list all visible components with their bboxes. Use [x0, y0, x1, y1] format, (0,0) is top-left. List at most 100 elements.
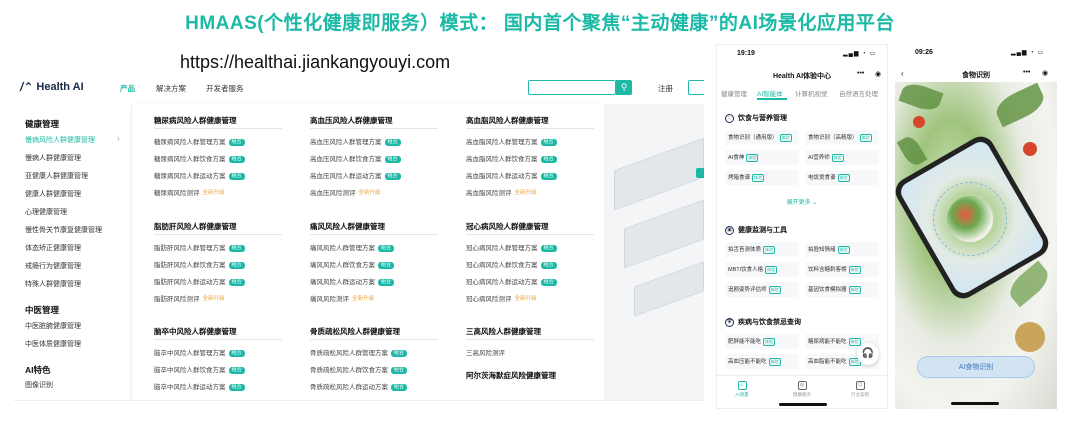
website-url[interactable]: https://healthai.jiankangyouyi.com — [180, 52, 450, 73]
group-title[interactable]: 痛风风险人群健康管理 — [310, 221, 385, 232]
menu-item[interactable]: 脑卒中风险人群饮食方案 组合 — [154, 364, 245, 374]
tab-nlp[interactable]: 自然语言处理 — [839, 88, 878, 98]
feature-card[interactable]: 拍脸知情绪 体验 — [805, 242, 879, 257]
menu-item[interactable]: 糖尿病风险测评 全新升级 — [154, 187, 225, 197]
menu-item[interactable]: 冠心病风险人群运动方案 组合 — [466, 276, 557, 286]
try-badge: 体验 — [763, 246, 776, 254]
menu-item[interactable]: 高血压风险人群管理方案 组合 — [310, 136, 401, 146]
menu-item[interactable]: 高血压风险人群运动方案 组合 — [310, 170, 401, 180]
feature-card[interactable]: 拍舌苔测体质 体验 — [725, 242, 799, 257]
group-title[interactable]: 阿尔茨海默症风险健康管理 — [466, 370, 556, 381]
menu-item[interactable]: 骨质疏松风险人群运动方案 组合 — [310, 381, 408, 391]
group-title[interactable]: 骨质疏松风险人群健康管理 — [310, 326, 400, 337]
sidebar-item[interactable]: 慢病人群健康管理 — [25, 153, 81, 163]
nav-developer[interactable]: 开发者服务 — [206, 83, 244, 94]
sidebar-item[interactable]: 特殊人群健康管理 — [25, 279, 81, 289]
tab-ai-agent[interactable]: AI智能体 — [757, 88, 783, 98]
feature-card[interactable]: MBTI饮食人格 体验 — [725, 262, 799, 277]
feature-card[interactable]: AI营养师 体验 — [805, 150, 879, 165]
menu-item[interactable]: 脑卒中风险人群管理方案 组合 — [154, 347, 245, 357]
hero-graphic — [604, 104, 704, 400]
feature-card[interactable]: 烤箱食谱 体验 — [725, 170, 799, 185]
group-title[interactable]: 三高风险人群健康管理 — [466, 326, 541, 337]
sidebar-item[interactable]: 中医脏腑健康管理 — [25, 321, 81, 331]
feature-card[interactable]: 食物识别（高精版） 体验 — [805, 130, 879, 145]
feature-card[interactable]: 饮料含糖刺客榜 体验 — [805, 262, 879, 277]
search-icon[interactable]: ⚲ — [616, 80, 632, 95]
group-title[interactable]: 高血压风险人群健康管理 — [310, 115, 393, 126]
headset-icon[interactable]: 🎧 — [857, 343, 879, 365]
mega-menu-panel: 糖尿病风险人群健康管理 糖尿病风险人群管理方案 组合 糖尿病风险人群饮食方案 组合 糖尿病… — [131, 104, 604, 400]
expand-more-button[interactable]: 展开更多 ⌄ — [717, 197, 887, 206]
cropped-button[interactable] — [688, 80, 704, 95]
menu-item[interactable]: 痛风风险人群管理方案 组合 — [310, 242, 395, 252]
sidebar-item[interactable]: 慢性骨关节康复健康管理 — [25, 225, 102, 235]
close-circle-icon[interactable]: ◉ — [875, 70, 881, 78]
feature-card[interactable]: 基因饮食模拟器 体验 — [805, 282, 879, 297]
menu-item[interactable]: 脂肪肝风险人群运动方案 组合 — [154, 276, 245, 286]
health-ai-logo[interactable]: /⌃ Health AI — [20, 80, 84, 94]
menu-item[interactable]: 痛风风险人群饮食方案 组合 — [310, 259, 395, 269]
more-dots-icon[interactable]: ••• — [1023, 69, 1030, 76]
menu-item[interactable]: 脂肪肝风险人群饮食方案 组合 — [154, 259, 245, 269]
nav-solutions[interactable]: 解决方案 — [156, 83, 186, 94]
sidebar-item[interactable]: 亚健康人群健康管理 — [25, 171, 88, 181]
sidebar-item[interactable]: 中医体质健康管理 — [25, 339, 81, 349]
menu-item[interactable]: 脂肪肝风险人群管理方案 组合 — [154, 242, 245, 252]
bottom-nav-cases[interactable]: ⬡ 行业案例 — [845, 381, 875, 398]
group-title[interactable]: 脑卒中风险人群健康管理 — [154, 326, 237, 337]
menu-item[interactable]: 脑卒中风险人群运动方案 组合 — [154, 381, 245, 391]
tab-cv[interactable]: 计算机视觉 — [795, 88, 828, 98]
floating-badge[interactable] — [696, 168, 704, 178]
active-tab-indicator — [757, 98, 787, 100]
menu-item[interactable]: 高血脂风险人群饮食方案 组合 — [466, 153, 557, 163]
group-title[interactable]: 脂肪肝风险人群健康管理 — [154, 221, 237, 232]
menu-item[interactable]: 高血脂风险测评 全新升级 — [466, 187, 537, 197]
sidebar-item[interactable]: 慢病风险人群健康管理 — [25, 135, 95, 145]
bottom-nav-ai[interactable]: ⌂ AI测量 — [727, 381, 757, 398]
group-title[interactable]: 冠心病风险人群健康管理 — [466, 221, 549, 232]
feature-card[interactable]: 电饭煲食谱 体验 — [805, 170, 879, 185]
menu-item[interactable]: 骨质疏松风险人群饮食方案 组合 — [310, 364, 408, 374]
section-title: ⛨ 疾病与饮食禁忌查询 — [725, 317, 801, 327]
menu-item[interactable]: 高血压风险人群饮食方案 组合 — [310, 153, 401, 163]
more-dots-icon[interactable]: ••• — [857, 70, 864, 77]
close-circle-icon[interactable]: ◉ — [1042, 69, 1048, 77]
menu-item[interactable]: 冠心病风险人群管理方案 组合 — [466, 242, 557, 252]
menu-item[interactable]: 三高风险测评 — [466, 347, 505, 357]
logo-text: Health AI — [36, 81, 84, 93]
try-badge: 体验 — [831, 154, 844, 162]
menu-item[interactable]: 高血脂风险人群管理方案 组合 — [466, 136, 557, 146]
item-badge: 组合 — [391, 383, 408, 391]
menu-item[interactable]: 痛风风险人群运动方案 组合 — [310, 276, 395, 286]
feature-card[interactable]: 追剧姿势评估师 体验 — [725, 282, 799, 297]
menu-item[interactable]: 糖尿病风险人群饮食方案 组合 — [154, 153, 245, 163]
menu-item[interactable]: 痛风风险测评 全新升级 — [310, 293, 374, 303]
bottom-nav-health[interactable]: ◎ 健康服务 — [787, 381, 817, 398]
menu-item[interactable]: 糖尿病风险人群管理方案 组合 — [154, 136, 245, 146]
register-link[interactable]: 注册 — [658, 83, 673, 94]
sidebar-item[interactable]: 心理健康管理 — [25, 207, 67, 217]
group-title[interactable]: 高血脂风险人群健康管理 — [466, 115, 549, 126]
feature-card[interactable]: 食物识别（通用版） 体验 — [725, 130, 799, 145]
feature-card[interactable]: 高血压能不能吃 体验 — [725, 354, 799, 369]
search-input[interactable] — [528, 80, 616, 95]
menu-item[interactable]: 高血压风险测评 全新升级 — [310, 187, 381, 197]
group-title[interactable]: 糖尿病风险人群健康管理 — [154, 115, 237, 126]
nav-products[interactable]: 产品 — [120, 83, 135, 94]
tab-health[interactable]: 健康管理 — [721, 88, 747, 98]
home-indicator — [779, 403, 827, 406]
menu-item[interactable]: 骨质疏松风险人群管理方案 组合 — [310, 347, 408, 357]
menu-item[interactable]: 高血脂风险人群运动方案 组合 — [466, 170, 557, 180]
menu-item[interactable]: 冠心病风险测评 全新升级 — [466, 293, 537, 303]
ai-food-recognition-button[interactable]: AI食物识别 — [917, 356, 1035, 378]
sidebar-item[interactable]: 图像识别 — [25, 380, 53, 390]
menu-item[interactable]: 脂肪肝风险测评 全新升级 — [154, 293, 225, 303]
sidebar-item[interactable]: 戒瘾行为健康管理 — [25, 261, 81, 271]
feature-card[interactable]: AI食神 体验 — [725, 150, 799, 165]
menu-item[interactable]: 冠心病风险人群饮食方案 组合 — [466, 259, 557, 269]
feature-card[interactable]: 肥胖能不能吃 体验 — [725, 334, 799, 349]
menu-item[interactable]: 糖尿病风险人群运动方案 组合 — [154, 170, 245, 180]
sidebar-item[interactable]: 健康人群健康管理 — [25, 189, 81, 199]
sidebar-item[interactable]: 体态矫正健康管理 — [25, 243, 81, 253]
